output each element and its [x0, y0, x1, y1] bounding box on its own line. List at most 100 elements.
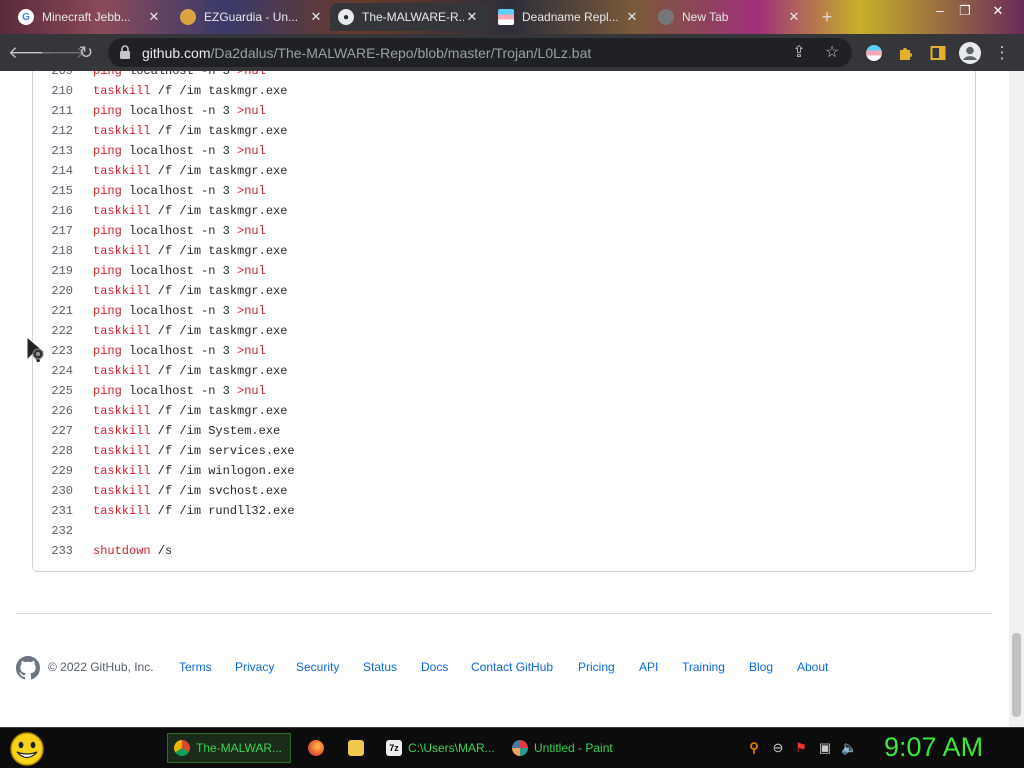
vertical-scrollbar[interactable]: [1009, 71, 1024, 727]
address-bar[interactable]: github.com/Da2dalus/The-MALWARE-Repo/blo…: [108, 38, 852, 67]
tab-label: EZGuardia - Un...: [204, 10, 299, 24]
line-number[interactable]: 213: [33, 141, 73, 161]
back-button[interactable]: 🡐: [8, 40, 54, 66]
footer-link-status[interactable]: Status: [363, 660, 397, 674]
side-panel-icon[interactable]: [925, 40, 951, 66]
tab-minecraft[interactable]: G Minecraft Jebb... ✕: [10, 3, 170, 31]
taskbar-item-paint[interactable]: Untitled - Paint: [506, 733, 626, 763]
code-args: localhost -n 3: [121, 344, 238, 358]
footer-link-contact-github[interactable]: Contact GitHub: [471, 660, 553, 674]
footer-link-security[interactable]: Security: [296, 660, 339, 674]
line-number[interactable]: 221: [33, 301, 73, 321]
code-redirect: >nul: [237, 264, 266, 278]
tab-ezguardia[interactable]: EZGuardia - Un... ✕: [172, 3, 332, 31]
line-number[interactable]: 215: [33, 181, 73, 201]
line-number[interactable]: 216: [33, 201, 73, 221]
github-logo-icon[interactable]: [16, 656, 40, 680]
code-args: /f /im rundll32.exe: [150, 504, 295, 518]
code-keyword: taskkill: [93, 284, 151, 298]
line-number[interactable]: 232: [33, 521, 73, 541]
code-redirect: >nul: [237, 304, 266, 318]
code-text: ping localhost -n 3 >nul: [93, 341, 266, 361]
line-number[interactable]: 227: [33, 421, 73, 441]
code-keyword: shutdown: [93, 544, 151, 558]
taskbar-item-explorer[interactable]: [342, 733, 370, 763]
line-number[interactable]: 225: [33, 381, 73, 401]
tab-malware-repo[interactable]: ● The-MALWARE-R... ✕: [330, 3, 488, 31]
code-redirect: >nul: [237, 344, 266, 358]
code-keyword: ping: [93, 104, 122, 118]
forward-button[interactable]: 🡒: [40, 40, 86, 66]
line-number[interactable]: 211: [33, 101, 73, 121]
scrollbar-thumb[interactable]: [1012, 633, 1021, 717]
footer-link-pricing[interactable]: Pricing: [578, 660, 615, 674]
extensions-puzzle-icon[interactable]: [893, 40, 919, 66]
restore-icon[interactable]: ❐: [955, 2, 975, 20]
close-icon[interactable]: ✕: [624, 9, 640, 25]
taskbar-item-firefox[interactable]: [302, 733, 330, 763]
footer-link-docs[interactable]: Docs: [421, 660, 448, 674]
code-args: /f /im taskmgr.exe: [150, 244, 288, 258]
line-number[interactable]: 230: [33, 481, 73, 501]
star-icon[interactable]: ☆: [821, 42, 843, 64]
folder-icon: [348, 740, 364, 756]
line-number[interactable]: 210: [33, 81, 73, 101]
volume-icon[interactable]: 🔈: [841, 740, 857, 756]
footer-link-about[interactable]: About: [797, 660, 828, 674]
network-icon[interactable]: ▣: [817, 740, 833, 756]
line-number[interactable]: 212: [33, 121, 73, 141]
close-icon[interactable]: ✕: [308, 9, 324, 25]
line-number[interactable]: 217: [33, 221, 73, 241]
taskbar-item-7zip[interactable]: 7z C:\Users\MAR...: [380, 733, 498, 763]
menu-kebab-icon[interactable]: ⋮: [989, 40, 1015, 66]
line-number[interactable]: 233: [33, 541, 73, 561]
code-keyword: ping: [93, 384, 122, 398]
reload-button[interactable]: ↻: [73, 40, 99, 66]
line-number[interactable]: 218: [33, 241, 73, 261]
footer-link-api[interactable]: API: [639, 660, 658, 674]
taskbar-item-browser[interactable]: The-MALWAR...: [167, 733, 291, 763]
extension-flag-icon[interactable]: [861, 40, 887, 66]
line-number[interactable]: 226: [33, 401, 73, 421]
code-line: 215 ping localhost -n 3 >nul: [33, 181, 973, 201]
line-number[interactable]: 220: [33, 281, 73, 301]
code-line: 219 ping localhost -n 3 >nul: [33, 261, 973, 281]
close-icon[interactable]: ✕: [146, 9, 162, 25]
code-keyword: taskkill: [93, 484, 151, 498]
action-center-flag-icon[interactable]: ⚑: [793, 740, 809, 756]
start-smiley-icon[interactable]: [8, 731, 46, 767]
github-icon: ●: [338, 9, 354, 25]
tab-deadname[interactable]: Deadname Repl... ✕: [490, 3, 648, 31]
line-number[interactable]: 228: [33, 441, 73, 461]
code-keyword: taskkill: [93, 84, 151, 98]
line-number[interactable]: 229: [33, 461, 73, 481]
ezguardia-icon: [180, 9, 196, 25]
code-text: taskkill /f /im winlogon.exe: [93, 461, 295, 481]
new-tab-button[interactable]: +: [816, 6, 838, 28]
footer-link-training[interactable]: Training: [682, 660, 725, 674]
footer-link-privacy[interactable]: Privacy: [235, 660, 274, 674]
taskbar-item-label: C:\Users\MAR...: [408, 741, 495, 755]
share-icon[interactable]: ⇪: [788, 42, 810, 64]
close-icon[interactable]: ✕: [464, 9, 480, 25]
line-number[interactable]: 219: [33, 261, 73, 281]
code-keyword: ping: [93, 71, 122, 78]
footer-link-terms[interactable]: Terms: [179, 660, 212, 674]
line-number[interactable]: 231: [33, 501, 73, 521]
footer-link-blog[interactable]: Blog: [749, 660, 773, 674]
close-window-icon[interactable]: ✕: [988, 2, 1008, 20]
blocked-icon[interactable]: ⊖: [770, 740, 786, 756]
tab-new-tab[interactable]: New Tab ✕: [650, 3, 810, 31]
footer-divider: [16, 613, 992, 614]
minimize-icon[interactable]: –: [930, 2, 950, 20]
close-icon[interactable]: ✕: [786, 9, 802, 25]
code-keyword: taskkill: [93, 124, 151, 138]
code-keyword: ping: [93, 184, 122, 198]
search-icon[interactable]: ⚲: [746, 740, 762, 756]
taskbar-clock[interactable]: 9:07 AM: [884, 732, 983, 763]
code-text: taskkill /f /im taskmgr.exe: [93, 321, 287, 341]
line-number[interactable]: 214: [33, 161, 73, 181]
profile-avatar-icon[interactable]: [957, 40, 983, 66]
line-number[interactable]: 209: [33, 71, 73, 81]
code-args: /f /im taskmgr.exe: [150, 124, 288, 138]
